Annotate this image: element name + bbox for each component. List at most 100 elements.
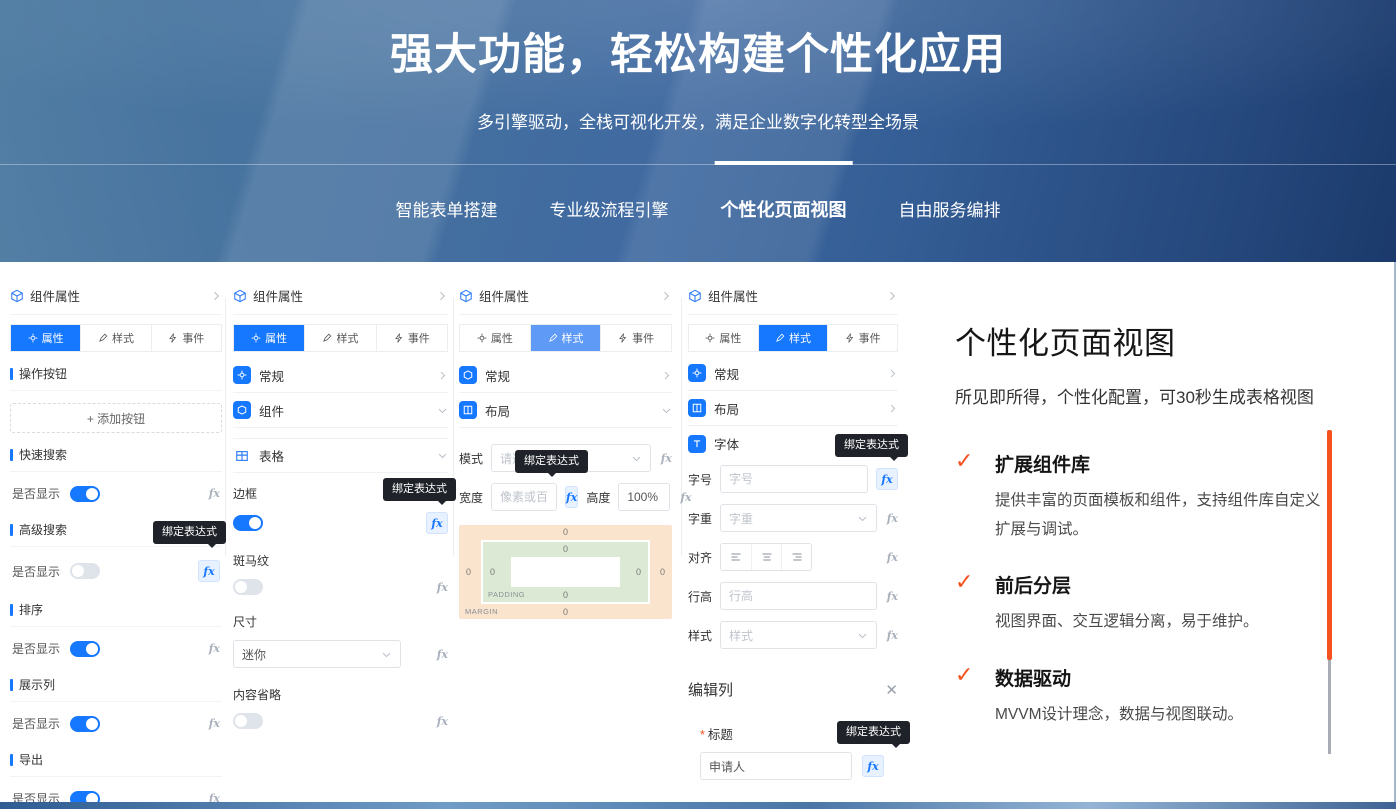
fx-binding-button[interactable]: fx	[209, 487, 220, 500]
height-input[interactable]	[618, 483, 670, 511]
check-icon: ✓	[955, 755, 973, 758]
properties-icon	[477, 333, 487, 343]
group-component[interactable]: 组件	[233, 393, 448, 428]
tab-properties[interactable]: 属性	[689, 325, 758, 351]
tab-label: 样式	[112, 330, 134, 346]
group-general[interactable]: 常规	[688, 356, 898, 391]
tab-properties[interactable]: 属性	[11, 325, 80, 351]
tab-style[interactable]: 样式	[758, 325, 828, 351]
ellipsis-toggle[interactable]	[233, 713, 263, 729]
panel-component-props-4: 组件属性 属性 样式 事件 常规 布局	[688, 286, 898, 809]
tab-events[interactable]: 事件	[151, 325, 221, 351]
padding-label: PADDING	[488, 590, 525, 599]
panel-tab-bar: 属性 样式 事件	[233, 324, 448, 352]
fx-binding-button[interactable]: fx	[887, 512, 898, 525]
chevron-right-icon[interactable]	[660, 290, 672, 302]
feature-item: ✓ 千人千面 配置化实现，视图内容可由用户自由定义。	[955, 757, 1347, 758]
panel-title: 组件属性	[708, 286, 758, 305]
group-general[interactable]: 常规	[459, 358, 672, 393]
fx-binding-button[interactable]: fx	[437, 715, 448, 728]
size-select[interactable]: 迷你	[233, 640, 401, 668]
group-general[interactable]: 常规	[233, 358, 448, 393]
fx-binding-button-active[interactable]: fx	[426, 512, 448, 534]
event-icon	[394, 333, 404, 343]
group-layout[interactable]: 布局	[688, 391, 898, 426]
fx-binding-button[interactable]: fx	[437, 581, 448, 594]
column-title-input[interactable]	[700, 752, 852, 780]
fx-binding-button[interactable]: fx	[209, 642, 220, 655]
group-layout[interactable]: 布局	[459, 393, 672, 428]
event-icon	[618, 333, 628, 343]
section-accent-bar	[10, 368, 13, 380]
fx-binding-button-active[interactable]: fx	[876, 468, 898, 490]
align-left-button[interactable]	[721, 544, 751, 570]
tab-events[interactable]: 事件	[600, 325, 671, 351]
chevron-right-icon[interactable]	[210, 290, 222, 302]
size-row: 绑定表达式 宽度 fx 高度 fx	[459, 483, 672, 511]
border-toggle[interactable]	[233, 515, 263, 531]
tab-events[interactable]: 事件	[376, 325, 447, 351]
close-icon[interactable]: ✕	[885, 681, 898, 699]
visibility-toggle[interactable]	[70, 563, 100, 579]
panel-component-props-2: 组件属性 属性 样式 事件 常规 组件	[233, 286, 448, 729]
scroll-indicator[interactable]	[1327, 430, 1332, 754]
feature-title: 个性化页面视图	[955, 318, 1347, 363]
tab-style[interactable]: 样式	[80, 325, 150, 351]
style-select[interactable]: 样式	[720, 621, 877, 649]
binding-tooltip: 绑定表达式	[383, 478, 456, 501]
fx-binding-button[interactable]: fx	[887, 551, 898, 564]
properties-icon	[251, 333, 261, 343]
feature-item-desc: MVVM设计理念，数据与视图联动。	[995, 701, 1331, 730]
section-display-columns: 展示列	[10, 676, 222, 702]
group-table[interactable]: 表格	[233, 438, 448, 473]
edit-column-header: 编辑列 ✕	[688, 679, 898, 700]
panel-title: 组件属性	[253, 286, 303, 305]
tab-style[interactable]: 样式	[530, 325, 601, 351]
font-size-input[interactable]	[720, 465, 868, 493]
tab-process-engine[interactable]: 专业级流程引擎	[550, 196, 669, 222]
fx-binding-button[interactable]: fx	[887, 629, 898, 642]
show-label: 是否显示	[12, 715, 60, 732]
tab-style[interactable]: 样式	[304, 325, 375, 351]
fx-binding-button-active[interactable]: fx	[862, 755, 884, 777]
panel-divider	[225, 298, 226, 556]
panel-tab-bar: 属性 样式 事件	[688, 324, 898, 352]
zebra-toggle[interactable]	[233, 579, 263, 595]
field-label: 字号	[688, 471, 712, 488]
align-center-button[interactable]	[751, 544, 781, 570]
fx-binding-button[interactable]: fx	[209, 717, 220, 730]
visibility-toggle[interactable]	[70, 716, 100, 732]
fx-binding-button[interactable]: fx	[887, 590, 898, 603]
hero-section: 强大功能，轻松构建个性化应用 多引擎驱动，全栈可视化开发，满足企业数字化转型全场…	[0, 0, 1396, 262]
fx-binding-button-active[interactable]: fx	[198, 560, 220, 582]
section-quick-search: 快速搜索	[10, 446, 222, 472]
fx-binding-button[interactable]: fx	[661, 452, 672, 465]
width-input[interactable]	[491, 483, 557, 511]
chevron-right-icon[interactable]	[436, 290, 448, 302]
scroll-thumb[interactable]	[1327, 430, 1332, 660]
scroll-track	[1328, 660, 1331, 754]
tab-events[interactable]: 事件	[827, 325, 897, 351]
tab-properties[interactable]: 属性	[234, 325, 304, 351]
field-label: 行高	[688, 588, 712, 605]
show-toggle-row: 绑定表达式 是否显示 fx	[10, 547, 222, 588]
tab-smart-form[interactable]: 智能表单搭建	[396, 196, 498, 222]
visibility-toggle[interactable]	[70, 641, 100, 657]
style-icon	[548, 333, 558, 343]
visibility-toggle[interactable]	[70, 486, 100, 502]
add-button[interactable]: + 添加按钮	[10, 403, 222, 433]
binding-tooltip: 绑定表达式	[837, 721, 910, 744]
check-icon: ✓	[955, 448, 973, 474]
chevron-right-icon	[661, 370, 672, 381]
tab-service-orchestration[interactable]: 自由服务编排	[899, 196, 1001, 222]
line-height-input[interactable]	[720, 582, 877, 610]
tab-page-view[interactable]: 个性化页面视图	[721, 196, 847, 222]
tab-properties[interactable]: 属性	[460, 325, 530, 351]
font-weight-select[interactable]: 字重	[720, 504, 877, 532]
padding-box: PADDING 0 0 0 0	[483, 542, 648, 602]
height-label: 高度	[586, 489, 610, 506]
align-right-button[interactable]	[781, 544, 811, 570]
chevron-right-icon[interactable]	[886, 290, 898, 302]
fx-binding-button[interactable]: fx	[437, 648, 448, 661]
fx-binding-button-active[interactable]: fx	[565, 486, 578, 508]
